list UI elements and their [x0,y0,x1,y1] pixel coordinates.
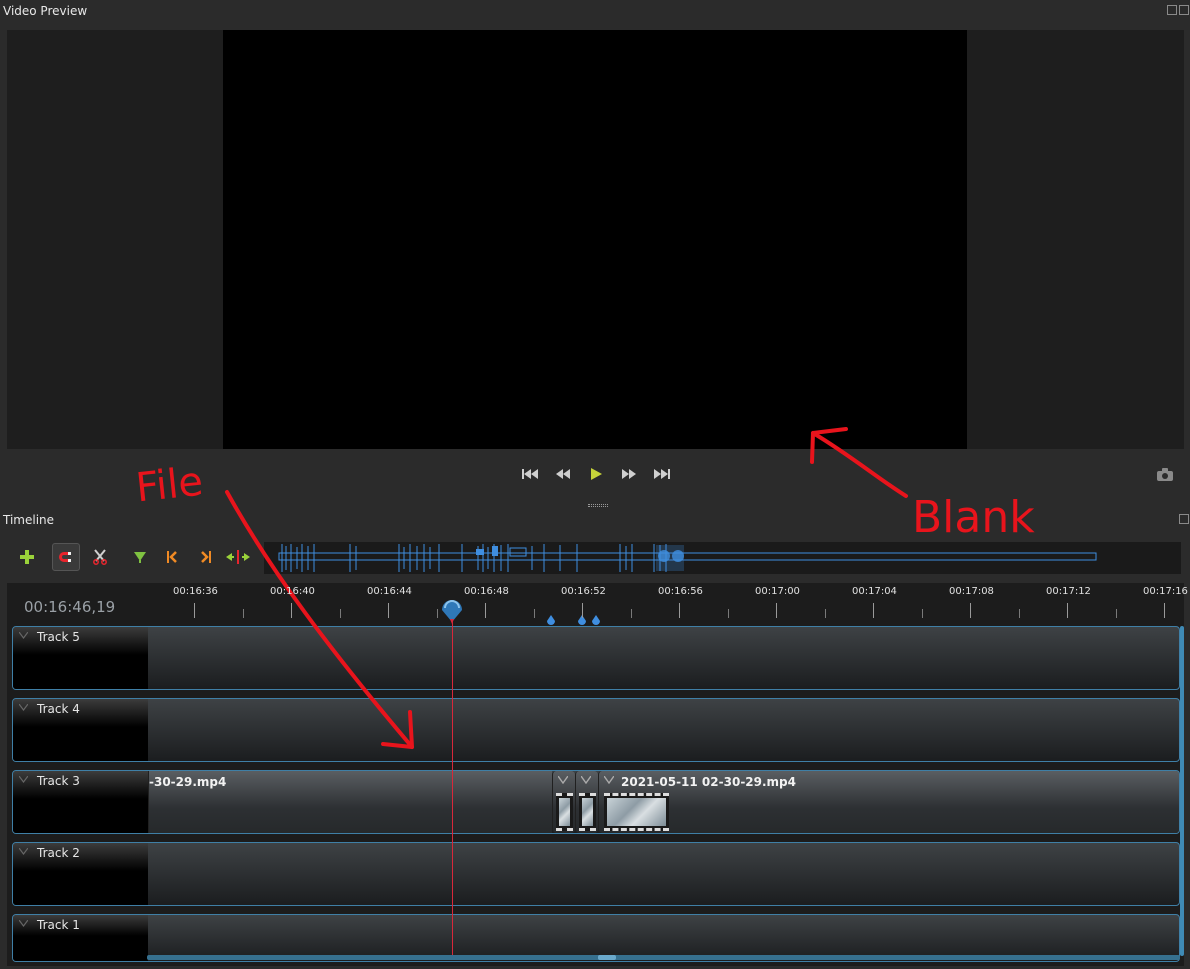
track-header[interactable]: Track 4 [13,699,148,761]
ruler-minor-tick [630,609,632,618]
clip-title: 2021-05-11 02-30-29.mp4 [621,775,796,789]
ruler-major-tick [970,603,971,618]
video-preview-title: Video Preview [3,4,88,18]
close-panel-icon[interactable] [1179,5,1189,15]
ruler-minor-tick [1018,609,1020,618]
video-clip[interactable] [575,771,598,833]
ruler-major-tick [873,603,874,618]
center-playhead-icon[interactable] [224,543,252,571]
clip-thumbnail [579,793,596,831]
snap-magnet-icon[interactable] [52,543,80,571]
track-name: Track 1 [37,918,80,932]
jump-start-icon[interactable] [521,466,539,482]
annotation-file-label: File [134,459,205,512]
scrollbar-thumb[interactable] [598,955,616,960]
ruler-time-label: 00:16:52 [561,586,606,597]
ruler-time-label: 00:17:04 [852,586,897,597]
ruler-minor-tick [339,609,341,618]
track-3[interactable]: -30-29.mp4 2021-05-11 02-30-29.mp4 Track… [12,770,1180,834]
ruler-time-label: 00:17:12 [1046,586,1091,597]
ruler-major-tick [582,603,583,618]
marker-icon[interactable] [592,615,600,625]
float-panel-icon[interactable] [1179,514,1189,524]
annotation-blank-label: Blank [912,492,1035,543]
ruler-time-label: 00:16:36 [173,586,218,597]
ruler-time-label: 00:16:40 [270,586,315,597]
ruler-minor-tick [727,609,729,618]
add-marker-icon[interactable] [126,543,154,571]
track-name: Track 4 [37,702,80,716]
chevron-down-icon[interactable] [19,776,28,783]
ruler-major-tick [485,603,486,618]
ruler-major-tick [1164,603,1165,618]
clip-title: -30-29.mp4 [149,775,227,789]
playhead-line [452,621,453,955]
track-name: Track 3 [37,774,80,788]
track-2[interactable]: Track 2 [12,842,1180,906]
track-name: Track 5 [37,630,80,644]
chevron-down-icon[interactable] [604,776,614,784]
chevron-down-icon[interactable] [558,776,568,784]
ruler-major-tick [679,603,680,618]
add-track-icon[interactable] [13,543,41,571]
track-5[interactable]: Track 5 [12,626,1180,690]
ruler-major-tick [291,603,292,618]
ruler-minor-tick [921,609,923,618]
ruler-time-label: 00:17:00 [755,586,800,597]
play-icon[interactable] [587,466,605,482]
jump-end-icon[interactable] [653,466,671,482]
ruler-minor-tick [1115,609,1117,618]
panel-splitter[interactable] [588,504,608,507]
timeline-title: Timeline [3,513,55,527]
ruler-major-tick [1067,603,1068,618]
marker-icon[interactable] [547,615,555,625]
next-marker-icon[interactable] [192,543,220,571]
ruler-minor-tick [436,609,438,618]
vertical-scrollbar[interactable] [1180,626,1184,956]
ruler-time-label: 00:16:44 [367,586,412,597]
playhead-icon[interactable] [440,596,464,624]
ruler-minor-tick [242,609,244,618]
chevron-down-icon[interactable] [19,704,28,711]
ruler-major-tick [776,603,777,618]
clip-thumbnail [556,793,573,831]
video-preview-area [7,30,1184,449]
chevron-down-icon[interactable] [19,632,28,639]
track-header[interactable]: Track 5 [13,627,148,689]
ruler-major-tick [194,603,195,618]
ruler-time-label: 00:16:48 [464,586,509,597]
horizontal-scrollbar[interactable] [147,955,1180,960]
track-header[interactable]: Track 2 [13,843,148,905]
track-4[interactable]: Track 4 [12,698,1180,762]
track-header[interactable]: Track 3 [13,771,148,833]
razor-icon[interactable] [86,543,114,571]
ruler-time-label: 00:17:16 [1143,586,1188,597]
previous-marker-icon[interactable] [158,543,186,571]
track-name: Track 2 [37,846,80,860]
ruler-time-label: 00:16:56 [658,586,703,597]
video-clip[interactable] [552,771,575,833]
video-clip[interactable]: 2021-05-11 02-30-29.mp4 [598,771,1179,833]
ruler-minor-tick [533,609,535,618]
camera-icon[interactable] [1156,466,1174,482]
video-clip[interactable]: -30-29.mp4 [148,771,552,833]
timeline-overview[interactable] [264,542,1181,574]
current-time-display: 00:16:46,19 [24,598,116,616]
ruler-time-label: 00:17:08 [949,586,994,597]
chevron-down-icon[interactable] [581,776,591,784]
ruler-minor-tick [824,609,826,618]
chevron-down-icon[interactable] [19,920,28,927]
ruler-major-tick [388,603,389,618]
fast-forward-icon[interactable] [620,466,638,482]
clip-thumbnail [604,793,669,831]
video-canvas [223,30,967,449]
rewind-icon[interactable] [554,466,572,482]
chevron-down-icon[interactable] [19,848,28,855]
float-panel-icon[interactable] [1167,5,1177,15]
track-header[interactable]: Track 1 [13,915,148,961]
